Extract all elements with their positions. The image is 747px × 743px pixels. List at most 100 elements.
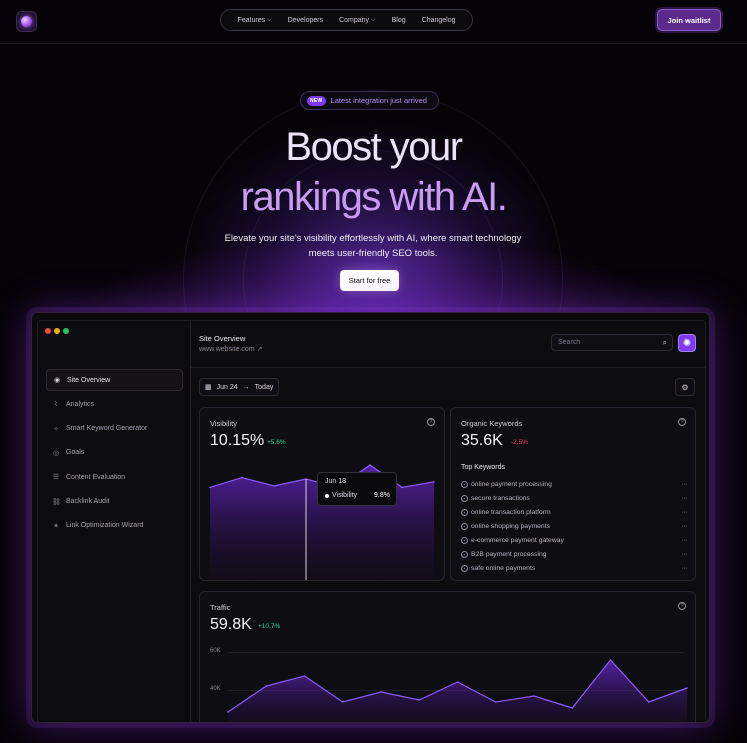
more-options-icon[interactable]: ··· [682,565,688,572]
hero-title-line-1: Boost your [285,125,463,169]
nav-item-company[interactable]: Company ⌵ [331,17,384,24]
sidebar-item-link-optimization-wizard[interactable]: ✶ Link Optimization Wizard [46,515,183,537]
data-point [401,486,403,489]
more-options-icon[interactable]: ··· [682,495,688,502]
traffic-chart [227,659,688,722]
help-icon[interactable]: ? [678,418,686,426]
card-title: Organic Keywords [461,419,523,428]
logo-icon[interactable] [16,11,37,32]
nav-item-changelog[interactable]: Changelog [414,17,464,24]
data-point [380,691,382,693]
more-options-icon[interactable]: ··· [682,509,688,516]
area-fill [228,660,687,722]
more-options-icon[interactable]: ··· [682,537,688,544]
keyword-row[interactable]: B2B payment processing ··· [461,547,687,561]
data-point [303,675,306,677]
ai-sparkle-icon: ✺ [682,337,692,349]
visibility-chart [209,464,435,580]
card-title: Traffic [210,603,231,612]
keywords-value: 35.6K [461,432,503,449]
dashboard-preview: ◉ Site Overview ⌇ Analytics ✧ Smart Keyword G… [31,312,710,723]
traffic-delta: +10.7% [258,623,281,630]
external-link-icon: ↗ [256,346,263,353]
keyword-icon [461,536,468,544]
card-title: Visibility [210,419,237,428]
sidebar-item-label: Goals [66,449,85,457]
sidebar-item-site-overview[interactable]: ◉ Site Overview [46,369,183,391]
chart-tooltip: Jun 18 Visibility 9.8% [317,472,397,506]
keyword-text: online shopping payments [471,522,550,530]
sidebar-item-smart-keyword-generator[interactable]: ✧ Smart Keyword Generator [46,418,183,440]
chart-icon: ⌇ [54,401,58,409]
sidebar-item-analytics[interactable]: ⌇ Analytics [46,393,183,415]
organic-keywords-card: Organic Keywords ? 35.6K -2.5% Top Keywo… [450,407,696,581]
data-point [241,476,243,479]
sidebar-item-label: Content Evaluation [66,473,126,481]
sidebar-item-label: Backlink Audit [66,498,110,505]
search-input[interactable]: Search ⌕ [551,334,673,351]
keyword-text: e-commerce payment gateway [471,536,564,544]
start-for-free-button[interactable]: Start for free [340,270,399,291]
sidebar-item-label: Site Overview [67,376,111,384]
more-options-icon[interactable]: ··· [682,523,688,530]
date-range-picker[interactable]: ▦ Jun 24 → Today [199,378,279,396]
help-icon[interactable]: ? [678,602,686,610]
data-point [456,681,459,683]
chevron-down-icon: ⌵ [267,16,272,23]
minimize-window-dot[interactable] [54,328,60,334]
data-point [341,701,344,703]
keyword-row[interactable]: online shopping payments ··· [461,519,687,533]
sidebar-item-backlink-audit[interactable]: ⛓ Backlink Audit [46,491,183,513]
sparkle-icon: ✧ [53,425,59,433]
data-point [647,701,650,703]
keywords-delta: -2.5% [511,439,528,446]
ai-assistant-button[interactable]: ✺ [678,334,696,352]
data-point [227,711,229,713]
data-point [686,687,688,689]
maximize-window-dot[interactable] [63,328,69,334]
sidebar-item-label: Link Optimization Wizard [66,522,144,530]
traffic-card: Traffic ? 59.8K +10.7% 60K 40K [199,591,696,722]
data-point [533,695,535,697]
tooltip-value: 9.8% [374,492,390,499]
keyword-row[interactable]: safe online payments ··· [461,561,687,575]
sidebar-item-content-evaluation[interactable]: ☰ Content Evaluation [46,466,183,488]
hero-subtitle: Elevate your site's visibility effortles… [224,233,522,259]
data-point [433,481,435,483]
keyword-icon [461,522,468,530]
sidebar-item-goals[interactable]: ◎ Goals [46,442,183,464]
close-window-dot[interactable] [45,328,51,334]
announcement-badge[interactable]: NEW Latest integration just arrived [300,91,439,110]
settings-button[interactable]: ⚙ [675,378,695,396]
gear-icon: ⚙ [681,382,689,392]
help-icon[interactable]: ? [427,418,435,426]
data-point [571,707,574,709]
keyword-icon [461,564,468,572]
more-options-icon[interactable]: ··· [682,481,688,488]
visibility-card: Visibility ? 10.15% +5.6% Jun 18 Visibil… [199,407,445,581]
nav-item-features[interactable]: Features ⌵ [229,17,279,24]
data-point [494,701,497,703]
sidebar-item-label: Smart Keyword Generator [66,425,148,433]
nav-item-blog[interactable]: Blog [384,17,414,24]
date-to: Today [254,383,274,391]
top-keywords-heading: Top Keywords [461,464,505,471]
join-waitlist-button[interactable]: Join waitlist [657,9,721,31]
keyword-row[interactable]: secure transactions ··· [461,491,687,505]
hero-title-line-2: rankings with AI. [240,175,508,219]
site-url-link[interactable]: www.website.com ↗ [199,345,262,353]
date-from: Jun 24 [216,383,238,391]
keyword-text: online payment processing [471,480,552,488]
nav-item-developers[interactable]: Developers [280,17,331,24]
new-tag: NEW [307,95,326,106]
window-controls [45,328,69,334]
data-point [609,659,612,661]
keyword-text: safe online payments [471,564,536,572]
more-options-icon[interactable]: ··· [682,551,688,558]
keyword-text: B2B payment processing [471,550,547,558]
keyword-row[interactable]: e-commerce payment gateway ··· [461,533,687,547]
keyword-row[interactable]: online transaction platform ··· [461,505,687,519]
list-icon: ☰ [52,474,60,482]
target-icon: ◎ [52,449,60,457]
keyword-row[interactable]: online payment processing ··· [461,477,687,491]
